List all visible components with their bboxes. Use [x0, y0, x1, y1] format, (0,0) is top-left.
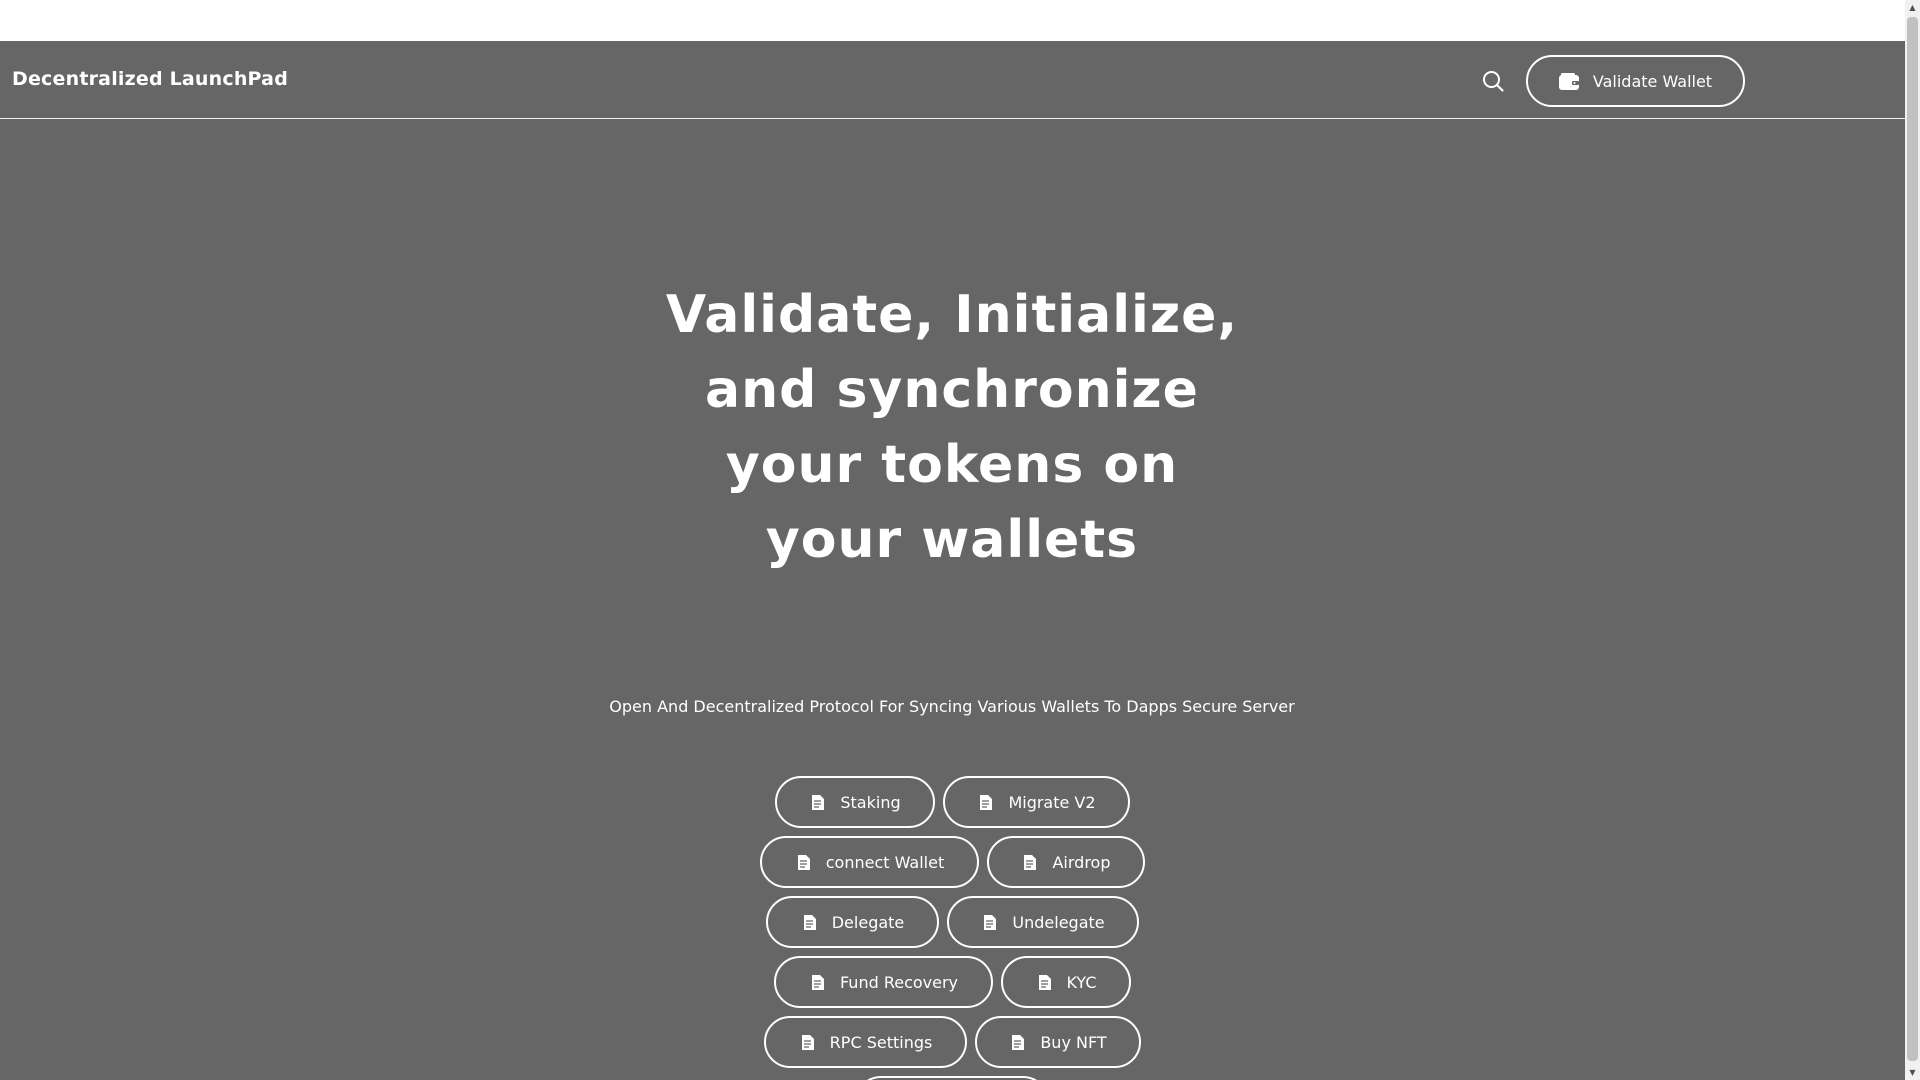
staking-button[interactable]: Staking	[775, 776, 935, 828]
airdrop-button[interactable]: Airdrop	[987, 836, 1145, 888]
navbar: Decentralized LaunchPad Validate Wallet	[0, 41, 1905, 119]
delegate-button[interactable]: Delegate	[766, 896, 939, 948]
kyc-label: KYC	[1066, 972, 1097, 992]
document-icon	[803, 914, 816, 930]
scrollbar-thumb[interactable]	[1907, 17, 1918, 1061]
buy-nft-button[interactable]: Buy NFT	[975, 1016, 1141, 1068]
connect-wallet-label: connect Wallet	[825, 852, 945, 872]
staking-label: Staking	[840, 792, 901, 812]
search-button[interactable]	[1479, 67, 1507, 95]
rpc-settings-button[interactable]: RPC Settings	[764, 1016, 967, 1068]
document-icon	[797, 854, 810, 870]
top-blank-strip	[0, 0, 1905, 41]
search-icon	[1483, 71, 1504, 92]
document-icon	[1012, 1034, 1025, 1050]
validate-wallet-button[interactable]: Validate Wallet	[1526, 55, 1745, 107]
scroll-up-arrow-icon[interactable]: ▲	[1905, 0, 1920, 15]
fund-recovery-button[interactable]: Fund Recovery	[774, 956, 993, 1008]
wallet-icon	[1558, 72, 1579, 90]
connect-wallet-button[interactable]: connect Wallet	[760, 836, 979, 888]
undelegate-label: Undelegate	[1012, 912, 1105, 932]
delegate-label: Delegate	[831, 912, 905, 932]
validate-wallet-label: Validate Wallet	[1592, 71, 1713, 91]
document-icon	[811, 974, 824, 990]
migrate-v2-label: Migrate V2	[1008, 792, 1096, 812]
airdrop-label: Airdrop	[1052, 852, 1111, 872]
hero-title: Validate, Initialize, and synchronize yo…	[665, 285, 1239, 570]
fund-recovery-label: Fund Recovery	[839, 972, 959, 992]
document-icon	[980, 794, 993, 810]
hero-subtitle: Open And Decentralized Protocol For Sync…	[609, 697, 1295, 716]
undelegate-button[interactable]: Undelegate	[947, 896, 1139, 948]
document-icon	[984, 914, 997, 930]
document-icon	[801, 1034, 814, 1050]
page: Decentralized LaunchPad Validate Wallet …	[0, 41, 1905, 1080]
document-icon	[812, 794, 825, 810]
brand-name[interactable]: Decentralized LaunchPad	[12, 68, 288, 90]
rpc-settings-label: RPC Settings	[829, 1032, 933, 1052]
document-icon	[1024, 854, 1037, 870]
vertical-scrollbar[interactable]: ▲ ▼	[1905, 0, 1920, 1080]
document-icon	[1038, 974, 1051, 990]
kyc-button[interactable]: KYC	[1001, 956, 1131, 1008]
next-row-button[interactable]	[855, 1076, 1049, 1080]
buy-nft-label: Buy NFT	[1040, 1032, 1107, 1052]
scroll-down-arrow-icon[interactable]: ▼	[1905, 1065, 1920, 1080]
migrate-v2-button[interactable]: Migrate V2	[943, 776, 1130, 828]
